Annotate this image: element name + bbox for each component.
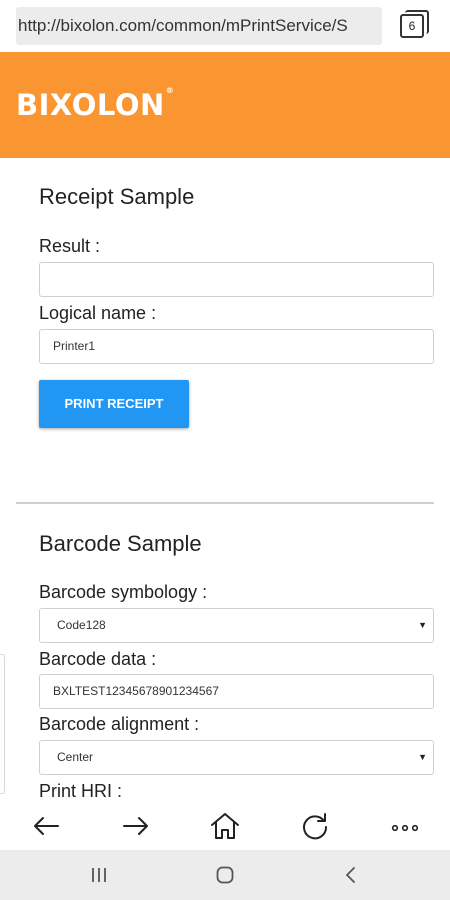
system-back-icon[interactable] — [341, 865, 361, 885]
logical-name-input[interactable]: Printer1 — [39, 329, 434, 364]
barcode-symbology-value: Code128 — [57, 618, 106, 632]
section-divider — [16, 502, 434, 504]
brand-header: BIXOLON® — [0, 52, 450, 158]
barcode-data-input[interactable]: BXLTEST12345678901234567 — [39, 674, 434, 709]
result-input[interactable] — [39, 262, 434, 297]
home-circle-icon[interactable] — [215, 865, 235, 885]
logical-name-label: Logical name : — [39, 303, 157, 323]
dropdown-arrow-icon: ▼ — [418, 752, 427, 762]
home-icon[interactable] — [209, 810, 241, 842]
logo-text: BIXOLON — [16, 88, 165, 122]
print-hri-label: Print HRI : — [39, 781, 123, 801]
recents-icon[interactable] — [89, 865, 109, 885]
barcode-symbology-select[interactable]: Code128 ▼ — [39, 608, 434, 643]
barcode-symbology-label: Barcode symbology : — [39, 582, 208, 602]
barcode-data-label: Barcode data : — [39, 649, 157, 669]
registered-mark: ® — [165, 86, 175, 95]
dropdown-arrow-icon: ▼ — [418, 620, 427, 630]
back-icon[interactable] — [30, 810, 62, 842]
barcode-alignment-label: Barcode alignment : — [39, 714, 200, 734]
system-navigation-bar — [0, 850, 450, 900]
barcode-alignment-select[interactable]: Center ▼ — [39, 740, 434, 775]
browser-bottom-toolbar — [0, 804, 450, 850]
browser-url-bar: http://bixolon.com/common/mPrintService/… — [0, 0, 450, 52]
result-label: Result : — [39, 236, 101, 256]
bixolon-logo: BIXOLON® — [16, 86, 175, 122]
reload-icon[interactable] — [299, 810, 331, 842]
print-receipt-button[interactable]: PRINT RECEIPT — [39, 380, 189, 428]
barcode-section-title: Barcode Sample — [39, 531, 202, 556]
barcode-alignment-value: Center — [57, 750, 94, 764]
tab-switcher-button[interactable]: 6 — [400, 10, 429, 38]
forward-icon[interactable] — [120, 810, 152, 842]
more-icon[interactable] — [389, 810, 421, 842]
url-field[interactable]: http://bixolon.com/common/mPrintService/… — [16, 7, 382, 45]
receipt-section-title: Receipt Sample — [39, 184, 195, 209]
edge-panel-handle[interactable] — [0, 654, 5, 794]
